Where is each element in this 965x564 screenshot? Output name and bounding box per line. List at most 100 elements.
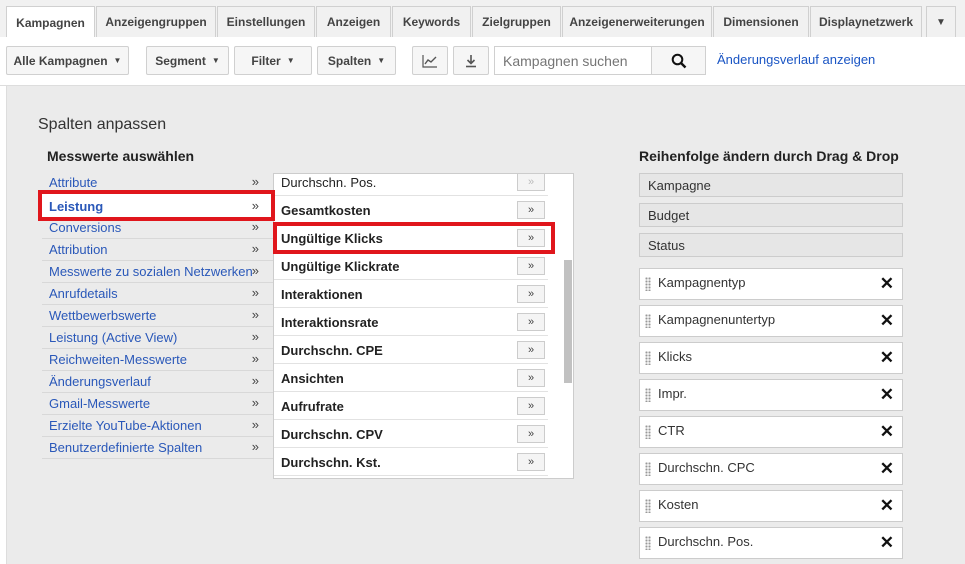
chevron-right-icon: » bbox=[251, 439, 259, 454]
drag-handle-icon[interactable] bbox=[645, 425, 651, 439]
category-custom[interactable]: Benutzerdefinierte Spalten » bbox=[42, 437, 274, 459]
category-active-view[interactable]: Leistung (Active View) » bbox=[42, 327, 274, 349]
chevron-right-icon: » bbox=[251, 373, 259, 388]
segment-dropdown[interactable]: Segment ▼ bbox=[146, 46, 229, 75]
add-metric-button[interactable]: » bbox=[517, 313, 545, 331]
tab-zielgruppen[interactable]: Zielgruppen bbox=[472, 6, 561, 37]
chevron-right-icon: » bbox=[251, 174, 259, 189]
draggable-column[interactable]: Kampagnentyp ✕ bbox=[639, 268, 903, 300]
metric-label: Durchschn. Kst. bbox=[281, 455, 381, 470]
tab-bar: Kampagnen Anzeigengruppen Einstellungen … bbox=[0, 0, 965, 38]
category-change-history[interactable]: Änderungsverlauf » bbox=[42, 371, 274, 393]
category-reach[interactable]: Reichweiten-Messwerte » bbox=[42, 349, 274, 371]
add-metric-button[interactable]: » bbox=[517, 341, 545, 359]
category-label: Conversions bbox=[49, 220, 122, 235]
column-label: Kampagnentyp bbox=[658, 275, 746, 290]
category-label: Benutzerdefinierte Spalten bbox=[49, 440, 203, 455]
metric-row: Ansichten » bbox=[274, 364, 548, 392]
drag-handle-icon[interactable] bbox=[645, 388, 651, 402]
tab-kampagnen[interactable]: Kampagnen bbox=[6, 6, 95, 38]
column-label: Kampagne bbox=[648, 178, 711, 193]
search-button[interactable] bbox=[651, 46, 706, 75]
metric-label: Ungültige Klickrate bbox=[281, 259, 400, 274]
category-call-details[interactable]: Anrufdetails » bbox=[42, 283, 274, 305]
drag-handle-icon[interactable] bbox=[645, 277, 651, 291]
category-gmail[interactable]: Gmail-Messwerte » bbox=[42, 393, 274, 415]
drag-handle-icon[interactable] bbox=[645, 462, 651, 476]
add-metric-button[interactable]: » bbox=[517, 369, 545, 387]
metric-label: Gesamtkosten bbox=[281, 203, 371, 218]
search-icon bbox=[671, 53, 686, 68]
metrics-scrollbar[interactable] bbox=[564, 260, 572, 383]
metric-row: Interaktionsrate » bbox=[274, 308, 548, 336]
category-label: Attribution bbox=[49, 242, 108, 257]
category-attribution[interactable]: Attribution » bbox=[42, 239, 274, 261]
tab-displaynetzwerk[interactable]: Displaynetzwerk bbox=[810, 6, 922, 37]
close-icon[interactable]: ✕ bbox=[880, 534, 894, 552]
highlight-leistung bbox=[38, 190, 275, 221]
drag-handle-icon[interactable] bbox=[645, 536, 651, 550]
draggable-column[interactable]: Klicks ✕ bbox=[639, 342, 903, 374]
metric-row: Durchschn. Pos. » bbox=[274, 174, 548, 196]
add-metric-button[interactable]: » bbox=[517, 453, 545, 471]
add-metric-button[interactable]: » bbox=[517, 257, 545, 275]
category-label: Gmail-Messwerte bbox=[49, 396, 151, 411]
close-icon[interactable]: ✕ bbox=[880, 497, 894, 515]
draggable-column[interactable]: Kosten ✕ bbox=[639, 490, 903, 522]
drag-handle-icon[interactable] bbox=[645, 351, 651, 365]
filter-label: Filter bbox=[251, 53, 281, 68]
metrics-list: Durchschn. Pos. » Gesamtkosten » Ungültige… bbox=[273, 173, 574, 479]
close-icon[interactable]: ✕ bbox=[880, 423, 894, 441]
more-tabs-dropdown-icon[interactable]: ▼ bbox=[926, 6, 956, 37]
close-icon[interactable]: ✕ bbox=[880, 349, 894, 367]
all-campaigns-dropdown[interactable]: Alle Kampagnen ▼ bbox=[6, 46, 129, 75]
add-metric-button[interactable]: » bbox=[517, 425, 545, 443]
change-history-link[interactable]: Änderungsverlauf anzeigen bbox=[717, 52, 875, 67]
chevron-right-icon: » bbox=[251, 219, 259, 234]
tab-dimensionen[interactable]: Dimensionen bbox=[713, 6, 809, 37]
add-metric-button[interactable]: » bbox=[517, 285, 545, 303]
column-label: Durchschn. Pos. bbox=[658, 534, 754, 549]
metric-row: Ungültige Klickrate » bbox=[274, 252, 548, 280]
tab-anzeigen[interactable]: Anzeigen bbox=[316, 6, 391, 37]
close-icon[interactable]: ✕ bbox=[880, 275, 894, 293]
column-label: Kampagnenuntertyp bbox=[658, 312, 776, 327]
category-label: Erzielte YouTube-Aktionen bbox=[49, 418, 202, 433]
metric-row: Durchschn. CPV » bbox=[274, 420, 548, 448]
chevron-right-icon: » bbox=[251, 285, 259, 300]
add-metric-button[interactable]: » bbox=[517, 201, 545, 219]
tab-anzeigenerweiterungen[interactable]: Anzeigenerweiterungen bbox=[562, 6, 712, 37]
toolbar: Alle Kampagnen ▼ Segment ▼ Filter ▼ Spal… bbox=[0, 37, 965, 86]
chart-toggle-button[interactable] bbox=[412, 46, 448, 75]
close-icon[interactable]: ✕ bbox=[880, 312, 894, 330]
category-social[interactable]: Messwerte zu sozialen Netzwerken» bbox=[42, 261, 274, 283]
tab-einstellungen[interactable]: Einstellungen bbox=[217, 6, 315, 37]
draggable-column[interactable]: Durchschn. CPC ✕ bbox=[639, 453, 903, 485]
metric-label: Interaktionsrate bbox=[281, 315, 379, 330]
column-label: Kosten bbox=[658, 497, 699, 512]
tab-keywords[interactable]: Keywords bbox=[392, 6, 471, 37]
panel-title: Spalten anpassen bbox=[38, 116, 167, 133]
draggable-column[interactable]: Durchschn. Pos. ✕ bbox=[639, 527, 903, 559]
column-label: Impr. bbox=[658, 386, 687, 401]
add-metric-button[interactable]: » bbox=[517, 397, 545, 415]
tab-anzeigengruppen[interactable]: Anzeigengruppen bbox=[96, 6, 216, 37]
columns-dropdown[interactable]: Spalten ▼ bbox=[317, 46, 396, 75]
add-metric-button[interactable]: » bbox=[517, 174, 545, 191]
search-input[interactable] bbox=[494, 46, 651, 75]
filter-dropdown[interactable]: Filter ▼ bbox=[234, 46, 312, 75]
metric-row: Aufrufrate » bbox=[274, 392, 548, 420]
download-button[interactable] bbox=[453, 46, 489, 75]
draggable-column[interactable]: Impr. ✕ bbox=[639, 379, 903, 411]
download-icon bbox=[466, 54, 476, 67]
segment-label: Segment bbox=[155, 53, 206, 68]
chevron-right-icon: » bbox=[251, 263, 259, 278]
draggable-column[interactable]: Kampagnenuntertyp ✕ bbox=[639, 305, 903, 337]
draggable-column[interactable]: CTR ✕ bbox=[639, 416, 903, 448]
drag-handle-icon[interactable] bbox=[645, 499, 651, 513]
close-icon[interactable]: ✕ bbox=[880, 460, 894, 478]
category-competitive[interactable]: Wettbewerbswerte » bbox=[42, 305, 274, 327]
category-youtube[interactable]: Erzielte YouTube-Aktionen » bbox=[42, 415, 274, 437]
close-icon[interactable]: ✕ bbox=[880, 386, 894, 404]
drag-handle-icon[interactable] bbox=[645, 314, 651, 328]
